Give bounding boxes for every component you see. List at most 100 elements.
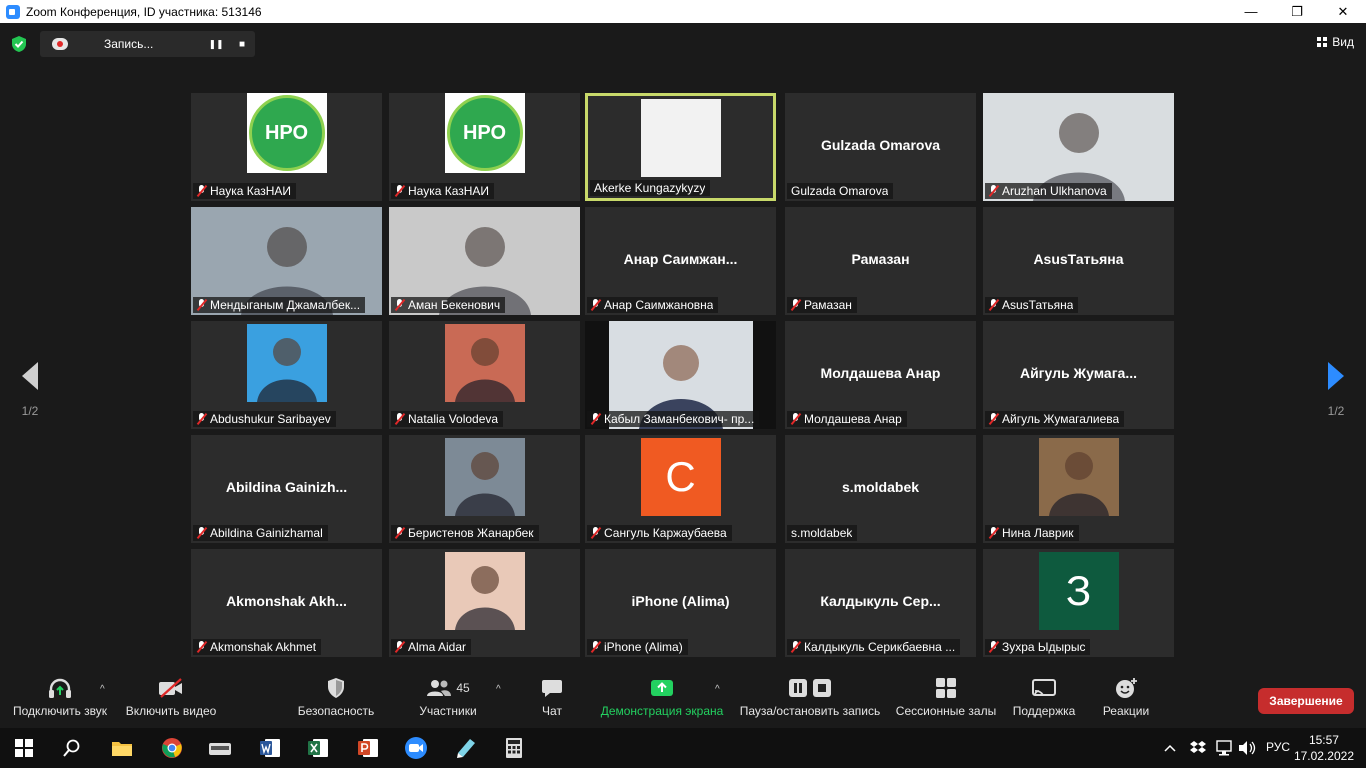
windows-taskbar: РУС 15:57 17.02.2022 [0, 728, 1366, 768]
chevron-up-icon [1164, 744, 1176, 752]
participant-photo [246, 324, 327, 402]
participant-tile[interactable]: Natalia Volodeva [389, 321, 580, 429]
join-audio-button[interactable]: Подключить звук [6, 672, 114, 728]
chat-button[interactable]: Чат [532, 672, 572, 728]
recording-label: Запись... [104, 37, 154, 51]
participants-options-caret[interactable]: ^ [496, 684, 501, 695]
participant-tile[interactable]: Калдыкуль Сер... Калдыкуль Серикбаевна ..… [785, 549, 976, 657]
participant-tile[interactable]: Анар Саимжан... Анар Саимжановна [585, 207, 776, 315]
participant-tile[interactable]: AsusТатьяна AsusТатьяна [983, 207, 1174, 315]
tray-volume[interactable] [1236, 734, 1258, 762]
participant-tile[interactable]: Aruzhan Ulkhanova [983, 93, 1174, 201]
next-page-button[interactable]: 1/2 [1306, 330, 1366, 430]
participant-tile[interactable]: Akerke Kungazykyzy [585, 93, 776, 201]
taskbar-app-notes[interactable] [452, 734, 480, 762]
participant-gallery: НРО Наука КазНАИ НРО Наука КазНАИ Akerke Kun… [191, 93, 1176, 657]
start-video-button[interactable]: Включить видео [120, 672, 222, 728]
pause-recording-button[interactable]: ❚❚ [203, 31, 229, 57]
participant-name: Рамазан [804, 298, 852, 312]
avatar-letter: С [665, 453, 696, 500]
mic-muted-icon [197, 299, 206, 311]
pause-icon [789, 679, 807, 697]
restore-button[interactable]: ❐ [1274, 0, 1320, 23]
participant-avatar: С [640, 438, 721, 516]
taskbar-search-button[interactable] [58, 734, 86, 762]
breakout-rooms-button[interactable]: Сессионные залы [894, 672, 998, 728]
pause-stop-recording-button[interactable]: Пауза/остановить запись [736, 672, 884, 728]
participant-name-label: Gulzada Omarova [787, 183, 894, 199]
participant-name-label: Наука КазНАИ [391, 183, 495, 199]
view-button[interactable]: Вид [1317, 35, 1354, 49]
taskbar-clock[interactable]: 15:57 17.02.2022 [1294, 732, 1354, 764]
taskbar-calculator[interactable] [500, 734, 528, 762]
participant-tile[interactable]: НРО Наука КазНАИ [191, 93, 382, 201]
taskbar-chrome[interactable] [158, 734, 186, 762]
tray-network[interactable] [1212, 734, 1236, 762]
end-meeting-button[interactable]: Завершение [1258, 688, 1354, 714]
participant-tile[interactable]: Аман Бекенович [389, 207, 580, 315]
participants-button[interactable]: 45 Участники [412, 672, 484, 728]
minimize-button[interactable]: — [1228, 0, 1274, 23]
powerpoint-icon [358, 739, 378, 757]
tray-dropbox[interactable] [1186, 734, 1210, 762]
participant-tile[interactable]: Рамазан Рамазан [785, 207, 976, 315]
participant-tile[interactable]: НРО Наука КазНАИ [389, 93, 580, 201]
participant-tile[interactable]: s.moldabek s.moldabek [785, 435, 976, 543]
recording-indicator: Запись... ❚❚ ■ [40, 31, 255, 57]
arrow-right-icon [1328, 362, 1344, 390]
participant-tile[interactable]: Беристенов Жанарбек [389, 435, 580, 543]
meeting-toolbar: Подключить звук ^ Включить видео Безопас… [0, 672, 1366, 728]
participant-tile[interactable]: Gulzada Omarova Gulzada Omarova [785, 93, 976, 201]
mic-muted-icon [591, 413, 600, 425]
taskbar-file-explorer[interactable] [108, 734, 136, 762]
participant-name-label: Natalia Volodeva [391, 411, 504, 427]
previous-page-button[interactable]: 1/2 [0, 330, 60, 430]
participant-tile[interactable]: Кабыл Заманбекович- пр... [585, 321, 776, 429]
participant-tile[interactable]: Alma Aidar [389, 549, 580, 657]
window-title: Zoom Конференция, ID участника: 513146 [26, 4, 262, 19]
participant-name-label: Айгуль Жумагалиева [985, 411, 1125, 427]
participant-tile[interactable]: Abildina Gainizh... Abildina Gainizhamal [191, 435, 382, 543]
participant-tile[interactable]: С Сангуль Каржаубаева [585, 435, 776, 543]
participant-name-label: Akmonshak Akhmet [193, 639, 322, 655]
logo-text: НРО [446, 95, 523, 171]
support-button[interactable]: Поддержка [1008, 672, 1080, 728]
share-screen-icon [651, 680, 673, 696]
participant-photo [444, 552, 525, 630]
participant-display-name: Рамазан [851, 251, 910, 267]
close-button[interactable]: ✕ [1320, 0, 1366, 23]
input-language[interactable]: РУС [1266, 740, 1290, 754]
participant-tile[interactable]: Akmonshak Akh... Akmonshak Akhmet [191, 549, 382, 657]
windows-start-button[interactable] [10, 734, 38, 762]
participant-tile[interactable]: Нина Лаврик [983, 435, 1174, 543]
audio-options-caret[interactable]: ^ [100, 684, 105, 695]
participant-tile[interactable]: Abdushukur Saribayev [191, 321, 382, 429]
participant-display-name: AsusТатьяна [1033, 251, 1124, 267]
participants-count: 45 [456, 681, 470, 695]
tray-overflow-button[interactable] [1160, 734, 1180, 762]
taskbar-zoom[interactable] [402, 734, 430, 762]
stop-recording-button[interactable]: ■ [229, 31, 255, 57]
participant-tile[interactable]: iPhone (Alima) iPhone (Alima) [585, 549, 776, 657]
participant-tile[interactable]: Молдашева Анар Молдашева Анар [785, 321, 976, 429]
shield-icon[interactable] [10, 35, 28, 53]
participant-tile[interactable]: З Зухра Ыдырыс [983, 549, 1174, 657]
participant-name: Кабыл Заманбекович- пр... [604, 412, 755, 426]
taskbar-word[interactable] [256, 734, 284, 762]
participant-tile[interactable]: Мендыганым Джамалбек... [191, 207, 382, 315]
taskbar-powerpoint[interactable] [354, 734, 382, 762]
share-options-caret[interactable]: ^ [715, 684, 720, 695]
taskbar-excel[interactable] [304, 734, 332, 762]
windows-logo-icon [15, 739, 33, 757]
share-screen-button[interactable]: Демонстрация экрана [596, 672, 728, 728]
taskbar-app-scanner[interactable] [206, 734, 234, 762]
participant-name: Aruzhan Ulkhanova [1002, 184, 1107, 198]
participant-name: Наука КазНАИ [408, 184, 490, 198]
security-button[interactable]: Безопасность [292, 672, 380, 728]
reactions-button[interactable]: Реакции [1098, 672, 1154, 728]
participant-tile[interactable]: Айгуль Жумага... Айгуль Жумагалиева [983, 321, 1174, 429]
participant-name-label: Рамазан [787, 297, 857, 313]
participant-display-name: s.moldabek [841, 479, 920, 495]
participant-name: Наука КазНАИ [210, 184, 292, 198]
reactions-smiley-icon [1116, 678, 1137, 698]
